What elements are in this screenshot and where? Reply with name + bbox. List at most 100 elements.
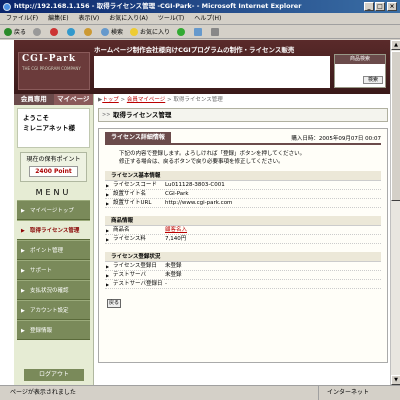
menu-heading: MENU <box>35 188 72 197</box>
tab-mypage[interactable]: マイページ <box>53 94 93 105</box>
test-server-value: 未登録 <box>165 272 182 278</box>
mail-button[interactable] <box>194 27 204 36</box>
section-product-heading: 商品情報 <box>105 216 381 226</box>
search-browser-button[interactable]: 検索 <box>101 27 123 36</box>
note-line-2: 修正する場合は、戻るボタンで戻り必要事項を修正してください。 <box>119 159 284 165</box>
search-panel-label: 商品検索 <box>335 55 385 64</box>
scroll-down-arrow-icon[interactable]: ▼ <box>391 375 400 385</box>
main-content: ▶トップ > 会員マイページ > 取得ライセンス管理 取得ライセンス管理 ライセ… <box>98 94 388 385</box>
window-titlebar: http://192.168.1.156 - 取得ライセンス管理 -CGI-Pa… <box>0 0 400 13</box>
window-title: http://192.168.1.156 - 取得ライセンス管理 -CGI-Pa… <box>14 2 302 10</box>
table-row: ライセンス料 7,140円 <box>105 235 381 244</box>
refresh-button[interactable] <box>67 27 77 36</box>
search-icon <box>101 27 110 36</box>
sidebar-item-registration-info[interactable]: 登録情報 <box>17 320 90 341</box>
status-text: ページが表示されました <box>10 389 76 396</box>
site-name-value: CGI-Park <box>165 191 189 197</box>
favorites-label: お気に入り <box>140 29 171 36</box>
media-icon <box>177 27 186 36</box>
minimize-button[interactable]: _ <box>364 2 374 11</box>
points-value: 2400 Point <box>29 166 78 177</box>
page-viewport: ホームページ制作会社様向けCGIプログラムの制作・ライセンス販売 CGI-Par… <box>0 40 390 385</box>
header-banner <box>94 56 330 88</box>
favorites-button[interactable]: お気に入り <box>130 27 170 36</box>
scroll-up-arrow-icon[interactable]: ▲ <box>391 40 400 50</box>
printer-icon <box>211 27 220 36</box>
test-server-date-value: - <box>165 281 167 287</box>
forward-arrow-icon <box>33 27 42 36</box>
section-basic-heading: ライセンス基本情報 <box>105 171 381 181</box>
menu-favorites[interactable]: お気に入り(A) <box>109 15 148 22</box>
menu-bar: ファイル(F) 編集(E) 表示(V) お気に入り(A) ツール(T) ヘルプ(… <box>0 13 400 25</box>
purchase-date: 購入日時：2005年09月07日 00:07 <box>291 136 381 142</box>
table-row: テストサーバ 未登録 <box>105 271 381 280</box>
stop-icon <box>50 27 59 36</box>
menu-tools[interactable]: ツール(T) <box>158 15 184 22</box>
registration-date-value: 未登録 <box>165 263 182 269</box>
panel-title: ライセンス詳細情報 <box>105 132 171 144</box>
breadcrumb-top[interactable]: トップ <box>102 97 119 103</box>
back-arrow-icon <box>4 27 12 36</box>
table-row: 設置サイト名 CGI-Park <box>105 190 381 199</box>
menu-edit[interactable]: 編集(E) <box>48 15 68 22</box>
media-button[interactable] <box>177 27 187 36</box>
logout-button[interactable]: ログアウト <box>24 369 84 381</box>
breadcrumb-mypage[interactable]: 会員マイページ <box>127 97 165 103</box>
note-line-1: 下記の内容で登録します。よろしければ「登録」ボタンを押してください。 <box>119 151 306 157</box>
test-server-label: テストサーバ <box>105 271 165 280</box>
table-row: ライセンス登録日 未登録 <box>105 262 381 271</box>
product-search-panel: 商品検索 検索 <box>334 54 386 88</box>
ie-icon <box>3 3 11 11</box>
sidebar-item-support[interactable]: サポート <box>17 260 90 281</box>
status-bar: ページが表示されました インターネット <box>0 385 400 400</box>
tab-members[interactable]: 会員専用 <box>14 94 54 105</box>
sidebar-item-license-management[interactable]: 取得ライセンス管理 <box>17 220 90 241</box>
sidebar-tabs: 会員専用 マイページ <box>14 94 93 105</box>
sidebar: 会員専用 マイページ ようこそ ミレニアネット様 現在の保有ポイント 2400 … <box>14 94 94 385</box>
welcome-box: ようこそ ミレニアネット様 <box>17 108 90 148</box>
instruction-note: 下記の内容で登録します。よろしければ「登録」ボタンを押してください。 修正する場… <box>119 150 367 166</box>
stop-button[interactable] <box>50 27 60 36</box>
menu-view[interactable]: 表示(V) <box>78 15 99 22</box>
print-button[interactable] <box>211 27 221 36</box>
welcome-greeting: ようこそ <box>23 114 49 122</box>
registration-date-label: ライセンス登録日 <box>105 262 165 271</box>
vertical-scrollbar[interactable]: ▲ ▼ <box>390 40 400 385</box>
site-logo[interactable]: CGI-Park <box>22 54 76 64</box>
license-fee-label: ライセンス料 <box>105 235 165 244</box>
search-label: 検索 <box>111 29 124 36</box>
site-header: ホームページ制作会社様向けCGIプログラムの制作・ライセンス販売 CGI-Par… <box>14 40 390 94</box>
scroll-thumb[interactable] <box>391 51 400 201</box>
mail-icon <box>194 27 203 36</box>
sidebar-item-account-settings[interactable]: アカウント設定 <box>17 300 90 321</box>
back-label: 戻る <box>14 29 27 36</box>
sidebar-item-payment-status[interactable]: 支払状況の確認 <box>17 280 90 301</box>
site-url-label: 設置サイトURL <box>105 199 165 208</box>
product-name-link[interactable]: 顧客名入 <box>165 226 381 234</box>
menu-file[interactable]: ファイル(F) <box>6 15 38 22</box>
logo-subtitle: THE CGI PROGRAM COMPANY <box>22 66 81 71</box>
breadcrumb-current: 取得ライセンス管理 <box>173 97 223 103</box>
home-button[interactable] <box>84 27 94 36</box>
site-tagline: ホームページ制作会社様向けCGIプログラムの制作・ライセンス販売 <box>94 46 295 54</box>
license-code-value: Lu011128-3803-C001 <box>165 182 225 188</box>
back-button[interactable]: 戻る <box>107 299 121 308</box>
menu-help[interactable]: ヘルプ(H) <box>194 15 221 22</box>
sidebar-item-mypage-top[interactable]: マイページトップ <box>17 200 90 221</box>
product-name-label: 商品名 <box>105 226 165 235</box>
license-detail-panel: ライセンス詳細情報 購入日時：2005年09月07日 00:07 下記の内容で登… <box>98 128 388 363</box>
forward-browser-button[interactable] <box>33 27 43 36</box>
search-button[interactable]: 検索 <box>363 76 383 84</box>
panel-header: ライセンス詳細情報 購入日時：2005年09月07日 00:07 <box>105 132 381 145</box>
table-row: 設置サイトURL http://www.cgi-park.com <box>105 199 381 208</box>
sidebar-item-points[interactable]: ポイント管理 <box>17 240 90 261</box>
back-browser-button[interactable]: 戻る <box>4 27 26 36</box>
page-title: 取得ライセンス管理 <box>98 108 388 122</box>
site-name-label: 設置サイト名 <box>105 190 165 199</box>
welcome-username: ミレニアネット様 <box>23 124 75 132</box>
site-url-value: http://www.cgi-park.com <box>165 200 233 206</box>
maximize-button[interactable]: □ <box>375 2 385 11</box>
points-box: 現在の保有ポイント 2400 Point <box>20 152 87 182</box>
close-button[interactable]: × <box>387 2 397 11</box>
browser-toolbar: 戻る 検索 お気に入り <box>0 25 400 39</box>
